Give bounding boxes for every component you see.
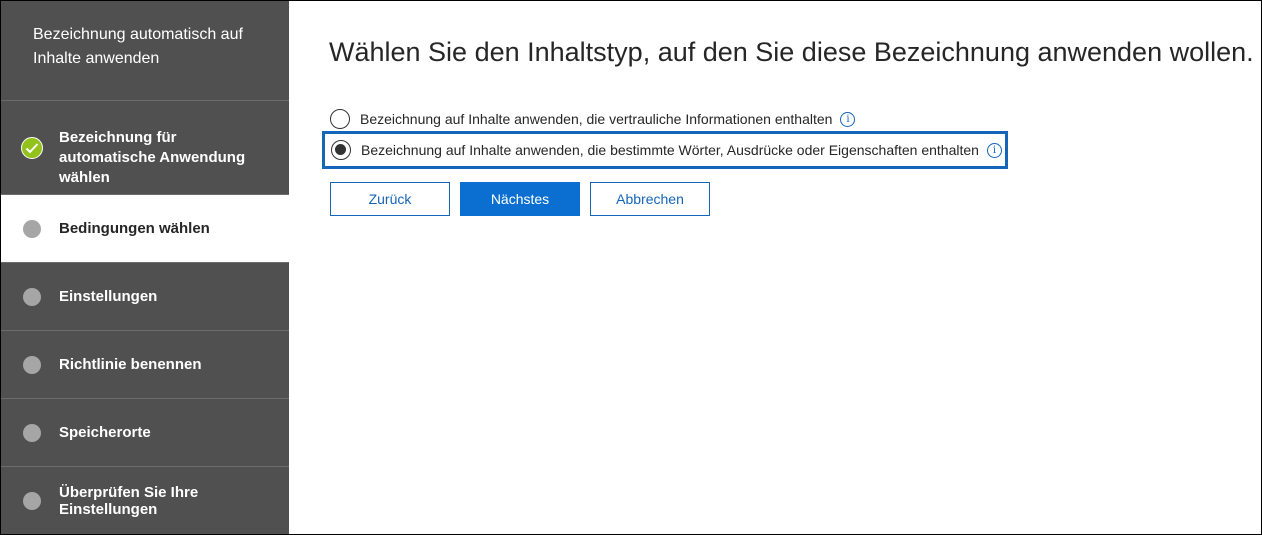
info-icon[interactable]: i <box>840 111 856 127</box>
option-words-expressions[interactable]: Bezeichnung auf Inhalte anwenden, die be… <box>322 131 1008 169</box>
cancel-button[interactable]: Abbrechen <box>590 182 710 216</box>
wizard-window: Bezeichnung automatisch auf Inhalte anwe… <box>0 0 1262 535</box>
sidebar-step-conditions[interactable]: Bedingungen wählen <box>1 195 289 263</box>
option-label: Bezeichnung auf Inhalte anwenden, die be… <box>361 142 979 158</box>
checkmark-icon <box>21 137 43 159</box>
main-panel: Wählen Sie den Inhaltstyp, auf den Sie d… <box>289 1 1261 534</box>
sidebar-step-label: Richtlinie benennen <box>59 356 202 373</box>
step-dot-icon <box>23 492 41 510</box>
option-sensitive-info[interactable]: Bezeichnung auf Inhalte anwenden, die ve… <box>330 108 856 130</box>
sidebar-step-choose-label[interactable]: Bezeichnung für automatische Anwendung w… <box>1 101 289 195</box>
sidebar-step-label: Einstellungen <box>59 288 158 305</box>
sidebar-title: Bezeichnung automatisch auf Inhalte anwe… <box>1 1 289 101</box>
step-dot-icon <box>23 219 41 238</box>
next-button[interactable]: Nächstes <box>460 182 580 216</box>
page-title: Wählen Sie den Inhaltstyp, auf den Sie d… <box>329 37 1254 67</box>
sidebar-step-review[interactable]: Überprüfen Sie Ihre Einstellungen <box>1 467 289 534</box>
option-label: Bezeichnung auf Inhalte anwenden, die ve… <box>360 111 833 127</box>
sidebar-step-label: Bezeichnung für automatische Anwendung w… <box>59 129 246 186</box>
radio-button-selected[interactable] <box>331 140 351 160</box>
back-button[interactable]: Zurück <box>330 182 450 216</box>
sidebar-step-label: Überprüfen Sie Ihre Einstellungen <box>59 484 199 518</box>
sidebar-step-label: Speicherorte <box>59 424 151 441</box>
wizard-sidebar: Bezeichnung automatisch auf Inhalte anwe… <box>1 1 289 534</box>
step-dot-icon <box>23 355 41 374</box>
sidebar-step-name-policy[interactable]: Richtlinie benennen <box>1 331 289 399</box>
sidebar-step-locations[interactable]: Speicherorte <box>1 399 289 467</box>
step-dot-icon <box>23 423 41 442</box>
sidebar-step-label: Bedingungen wählen <box>59 220 210 237</box>
radio-button[interactable] <box>330 109 350 129</box>
sidebar-step-settings[interactable]: Einstellungen <box>1 263 289 331</box>
step-dot-icon <box>23 287 41 306</box>
info-icon[interactable]: i <box>986 142 1002 158</box>
